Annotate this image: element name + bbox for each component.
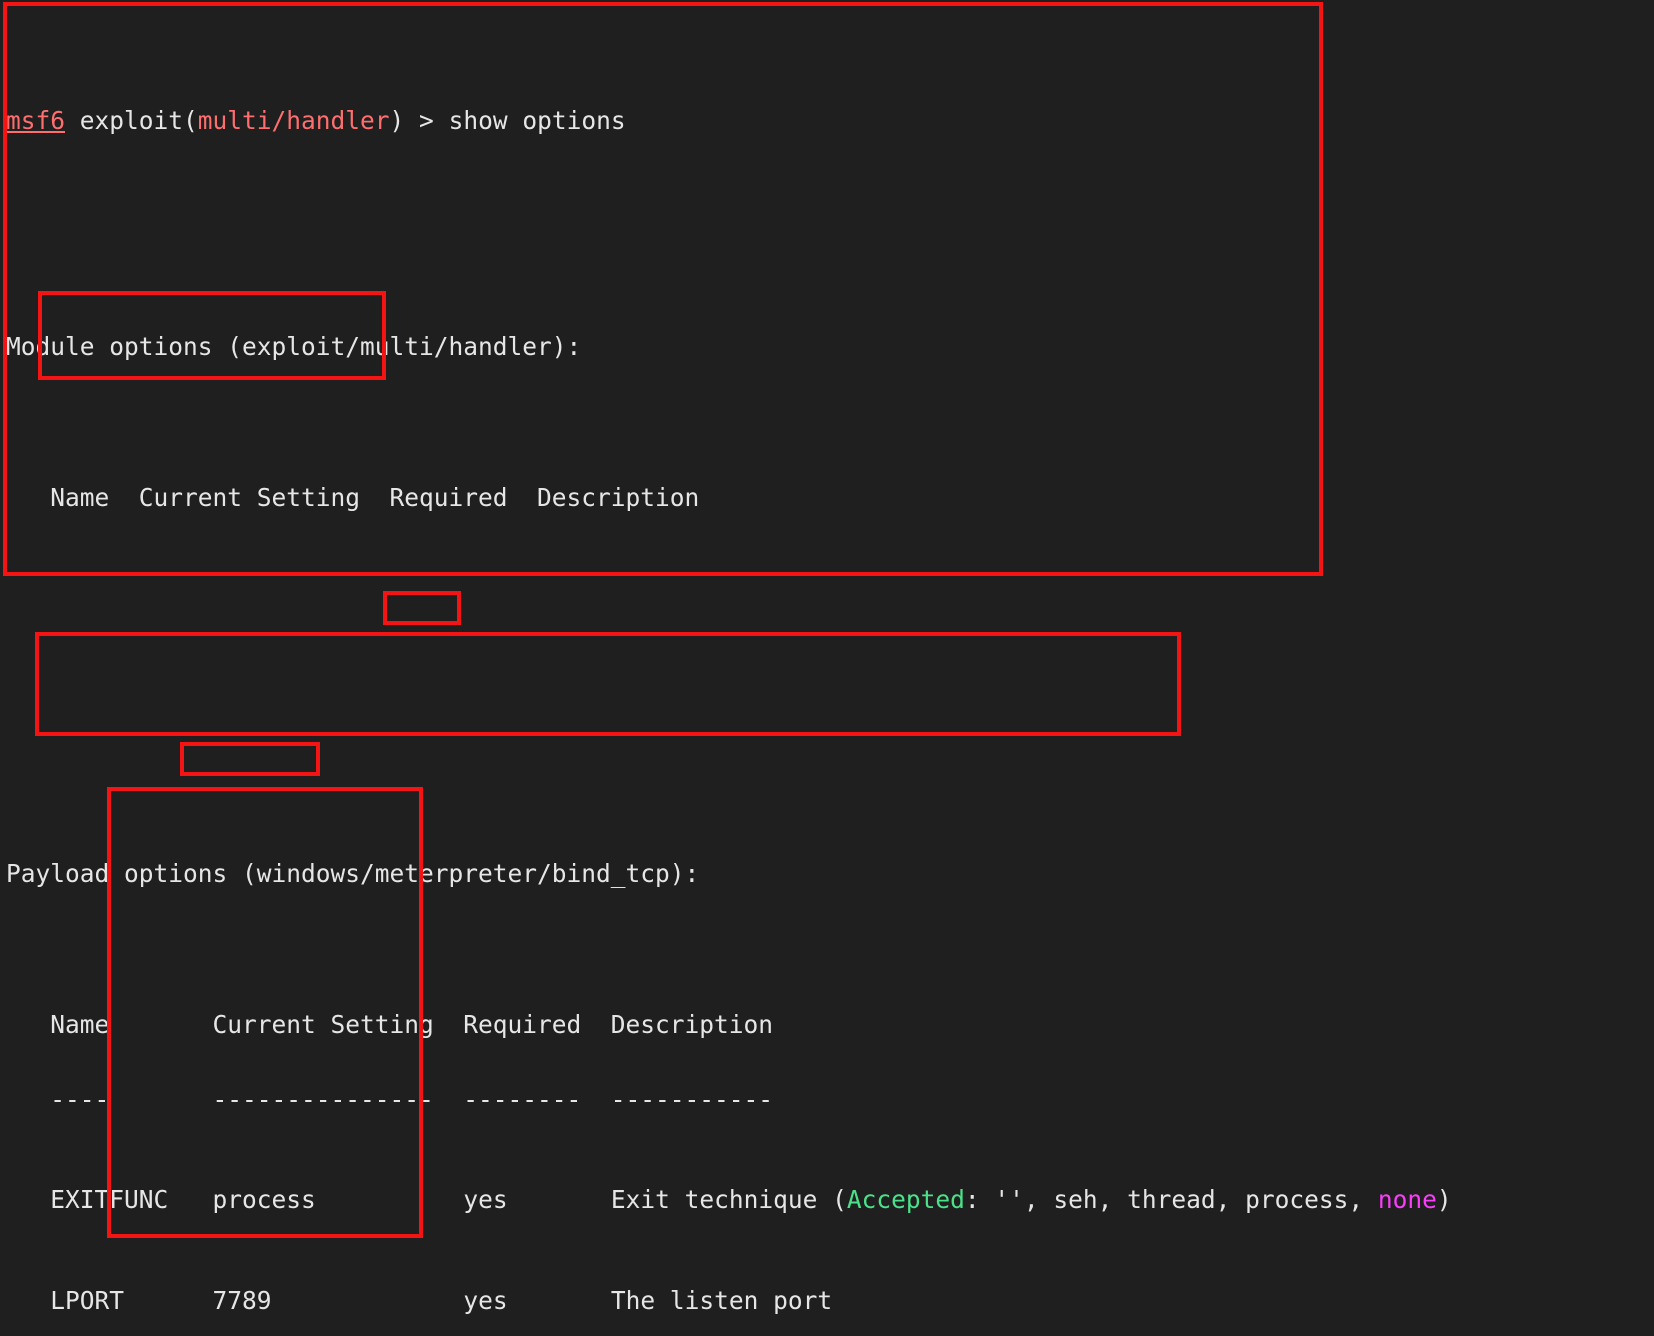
msf-prompt-module: multi/handler [197, 106, 390, 136]
cell-pad [6, 1286, 50, 1315]
payload-options-rule-row: ---- --------------- -------- ----------… [6, 1085, 774, 1115]
terminal-screen: msf6 exploit(multi/handler) > show optio… [0, 0, 1654, 1336]
option-value-lport: 7789 [212, 1285, 272, 1315]
option-required-exitfunc: yes [463, 1185, 508, 1215]
command-show-options: show options [448, 106, 626, 136]
cell-pad [316, 1185, 464, 1214]
option-desc-accepted-label: Accepted [846, 1185, 965, 1215]
payload-options-header-row: Name Current Setting Required Descriptio… [6, 1009, 774, 1039]
option-name-exitfunc: EXITFUNC [50, 1185, 169, 1215]
cell-pad [6, 1185, 50, 1214]
option-desc-lport: The listen port [610, 1285, 833, 1315]
cell-pad [168, 1185, 212, 1214]
option-desc-none: none [1377, 1185, 1437, 1215]
module-options-header-row: Name Current Setting Required Descriptio… [6, 482, 700, 512]
prompt-line-show-options: msf6 exploit(multi/handler) > show optio… [6, 108, 1654, 133]
payload-options-heading: Payload options (windows/meterpreter/bin… [6, 859, 700, 889]
payload-option-row-lport: LPORT 7789 yes The listen port [6, 1288, 1654, 1313]
msf-prompt-name: msf6 [6, 106, 66, 136]
msf-prompt-context-close: ) > [389, 106, 449, 136]
cell-pad [124, 1286, 213, 1315]
terminal-output[interactable]: msf6 exploit(multi/handler) > show optio… [0, 0, 1654, 1336]
cell-pad [508, 1185, 611, 1214]
msf-prompt-context-open: exploit( [65, 106, 198, 136]
option-value-exitfunc: process [212, 1185, 316, 1215]
module-options-heading: Module options (exploit/multi/handler): [6, 332, 582, 362]
cell-pad [508, 1286, 611, 1315]
cell-pad [272, 1286, 464, 1315]
module-options-rule-row: ---- --------------- -------- ----------… [6, 558, 700, 588]
payload-option-row-exitfunc: EXITFUNC process yes Exit technique (Acc… [6, 1187, 1654, 1212]
option-desc-suffix: ) [1436, 1185, 1452, 1215]
option-name-lport: LPORT [50, 1285, 125, 1315]
option-desc-mid: : '', seh, thread, process, [964, 1185, 1378, 1215]
option-desc-prefix: Exit technique ( [610, 1185, 847, 1215]
option-required-lport: yes [463, 1285, 508, 1315]
